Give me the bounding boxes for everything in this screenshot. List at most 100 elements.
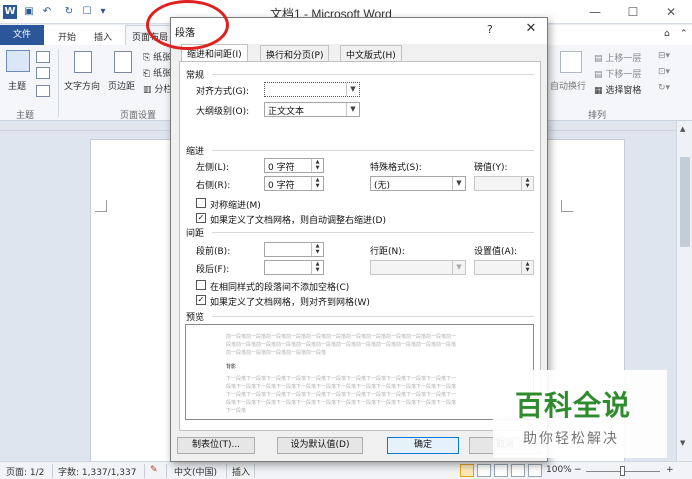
special-indent-select[interactable]: (无) ▼ xyxy=(370,176,466,191)
columns-button[interactable]: ▥ 分栏 xyxy=(143,82,172,95)
preview-next-line: 下一段落 xyxy=(226,408,247,414)
selection-pane-button[interactable]: ▦ 选择窗格 xyxy=(594,83,641,96)
size-button[interactable]: ⎗ 纸张 xyxy=(143,66,171,79)
tab-home[interactable]: 开始 xyxy=(58,30,76,43)
tab-asian-typography[interactable]: 中文版式(H) xyxy=(340,45,402,61)
word-count[interactable]: 字数: 1,337/1,337 xyxy=(58,465,136,478)
preview-sample-text: 背影 xyxy=(226,364,237,370)
draft-view-icon[interactable] xyxy=(528,464,542,477)
set-as-default-button[interactable]: 设为默认值(D) xyxy=(277,437,363,454)
themes-icon[interactable] xyxy=(6,50,30,72)
auto-adjust-indent-label[interactable]: 如果定义了文档网格，则自动调整右缩进(D) xyxy=(210,213,386,226)
undo-icon[interactable]: ↶ xyxy=(40,5,54,19)
crop-mark xyxy=(95,200,107,212)
scrollbar-thumb[interactable] xyxy=(680,157,690,247)
tab-file[interactable]: 文件 xyxy=(0,25,44,45)
tab-line-page-breaks[interactable]: 换行和分页(P) xyxy=(260,45,330,61)
outline-view-icon[interactable] xyxy=(511,464,525,477)
section-indentation: 缩进 xyxy=(186,147,205,157)
group-label-page-setup: 页面设置 xyxy=(120,111,157,121)
line-spacing-select[interactable]: ▼ xyxy=(370,260,466,275)
word-logo-icon: W xyxy=(3,5,17,19)
spinner-icon[interactable]: ▲ ▼ xyxy=(521,261,533,274)
window-close-button[interactable]: ✕ xyxy=(658,4,684,20)
preview-next-line: 下一段落下一段落下一段落下一段落下一段落下一段落下一段落下一段落下一段落下一段落… xyxy=(226,392,457,398)
no-space-same-style-label[interactable]: 在相同样式的段落间不添加空格(C) xyxy=(210,280,349,293)
annotation-circle xyxy=(146,0,229,50)
dialog-close-button[interactable]: ✕ xyxy=(521,21,541,36)
colors-icon[interactable] xyxy=(36,51,50,63)
redo-icon[interactable]: ↻ xyxy=(62,5,76,19)
alignment-label: 对齐方式(G): xyxy=(196,87,250,97)
spacing-before-input[interactable]: ▲ ▼ xyxy=(264,242,324,257)
ok-button[interactable]: 确定 xyxy=(387,437,459,454)
new-document-icon[interactable]: ☐ xyxy=(80,5,94,19)
preview-prev-line: 段落前一段落前一段落前一段落前一段落前一段落前一段落前一段落前一段落前一段落前一… xyxy=(226,342,457,348)
text-direction-button[interactable]: 文字方向 xyxy=(64,79,100,92)
orientation-button[interactable]: ⎘ 纸张 xyxy=(143,50,171,63)
align-icon[interactable]: ⊟▾ xyxy=(658,51,670,61)
fonts-icon[interactable] xyxy=(36,67,50,79)
spacing-after-label: 段后(F): xyxy=(196,265,230,275)
bring-forward-button[interactable]: ▤ 上移一层 xyxy=(594,51,641,64)
spinner-icon[interactable]: ▲ ▼ xyxy=(311,243,323,256)
zoom-slider-thumb[interactable] xyxy=(620,466,625,476)
alignment-select[interactable]: ▼ xyxy=(264,82,360,97)
scroll-up-icon[interactable]: ▲ xyxy=(680,125,685,133)
auto-adjust-indent-checkbox[interactable]: ✓ xyxy=(196,213,206,223)
save-icon[interactable]: ▣ xyxy=(22,5,36,19)
tab-insert[interactable]: 插入 xyxy=(94,30,112,43)
spacing-after-input[interactable]: ▲ ▼ xyxy=(264,260,324,275)
rotate-icon[interactable]: ↻▾ xyxy=(658,83,670,93)
outline-level-select[interactable]: 正文文本 ▼ xyxy=(264,102,360,117)
print-layout-view-icon[interactable] xyxy=(460,464,474,477)
spinner-icon[interactable]: ▲ ▼ xyxy=(311,159,323,172)
minimize-button[interactable]: — xyxy=(582,4,608,20)
indent-right-label: 右侧(R): xyxy=(196,181,231,191)
margins-button[interactable]: 页边距 xyxy=(108,79,135,92)
section-general: 常规 xyxy=(186,71,205,81)
vertical-scrollbar[interactable]: ▲ ▼ xyxy=(676,121,692,461)
zoom-out-button[interactable]: − xyxy=(574,465,582,475)
proofing-icon[interactable]: ✎ xyxy=(150,465,158,475)
effects-icon[interactable] xyxy=(36,85,50,97)
zoom-level[interactable]: 100% xyxy=(546,465,572,475)
web-layout-view-icon[interactable] xyxy=(494,464,508,477)
spinner-icon[interactable]: ▲ ▼ xyxy=(521,177,533,190)
special-indent-label: 特殊格式(S): xyxy=(370,163,422,173)
margins-icon[interactable] xyxy=(114,51,132,73)
send-backward-button[interactable]: ▤ 下移一层 xyxy=(594,67,641,80)
help-icon[interactable]: ⌂ xyxy=(664,29,670,39)
group-icon[interactable]: ⊡▾ xyxy=(658,67,670,77)
tabs-button[interactable]: 制表位(T)... xyxy=(177,437,255,454)
preview-next-line: 下一段落下一段落下一段落下一段落下一段落下一段落下一段落下一段落下一段落下一段落… xyxy=(226,376,457,382)
text-direction-icon[interactable] xyxy=(74,51,92,73)
themes-button[interactable]: 主题 xyxy=(8,79,26,92)
spinner-icon[interactable]: ▲ ▼ xyxy=(311,261,323,274)
customize-qat-icon[interactable]: ▾ xyxy=(96,5,110,19)
spinner-icon[interactable]: ▲ ▼ xyxy=(311,177,323,190)
chevron-down-icon: ▼ xyxy=(346,103,359,116)
indent-by-input[interactable]: ▲ ▼ xyxy=(474,176,534,191)
spacing-at-input[interactable]: ▲ ▼ xyxy=(474,260,534,275)
full-screen-view-icon[interactable] xyxy=(477,464,491,477)
zoom-in-button[interactable]: + xyxy=(666,465,674,475)
no-space-same-style-checkbox[interactable] xyxy=(196,280,206,290)
paragraph-preview: 前一段落前一段落前一段落前一段落前一段落前一段落前一段落前一段落前一段落前一段落… xyxy=(185,324,534,420)
language-indicator[interactable]: 中文(中国) xyxy=(174,465,217,478)
page-count[interactable]: 页面: 1/2 xyxy=(6,465,44,478)
maximize-button[interactable]: ☐ xyxy=(620,4,646,20)
indent-left-input[interactable]: 0 字符 ▲ ▼ xyxy=(264,158,324,173)
mirror-indents-label[interactable]: 对称缩进(M) xyxy=(210,198,261,211)
snap-to-grid-label[interactable]: 如果定义了文档网格，则对齐到网格(W) xyxy=(210,295,370,308)
dialog-help-button[interactable]: ? xyxy=(487,23,493,36)
snap-to-grid-checkbox[interactable]: ✓ xyxy=(196,295,206,305)
mirror-indents-checkbox[interactable] xyxy=(196,198,206,208)
wrap-text-icon[interactable] xyxy=(560,51,582,73)
insert-mode-indicator[interactable]: 插入 xyxy=(232,465,250,478)
ribbon-collapse-icon[interactable]: ⌃ xyxy=(680,29,688,39)
indent-right-input[interactable]: 0 字符 ▲ ▼ xyxy=(264,176,324,191)
scroll-down-icon[interactable]: ▼ xyxy=(680,439,685,447)
wrap-text-button[interactable]: 自动换行 xyxy=(550,79,586,92)
spacing-at-label: 设置值(A): xyxy=(474,247,518,257)
